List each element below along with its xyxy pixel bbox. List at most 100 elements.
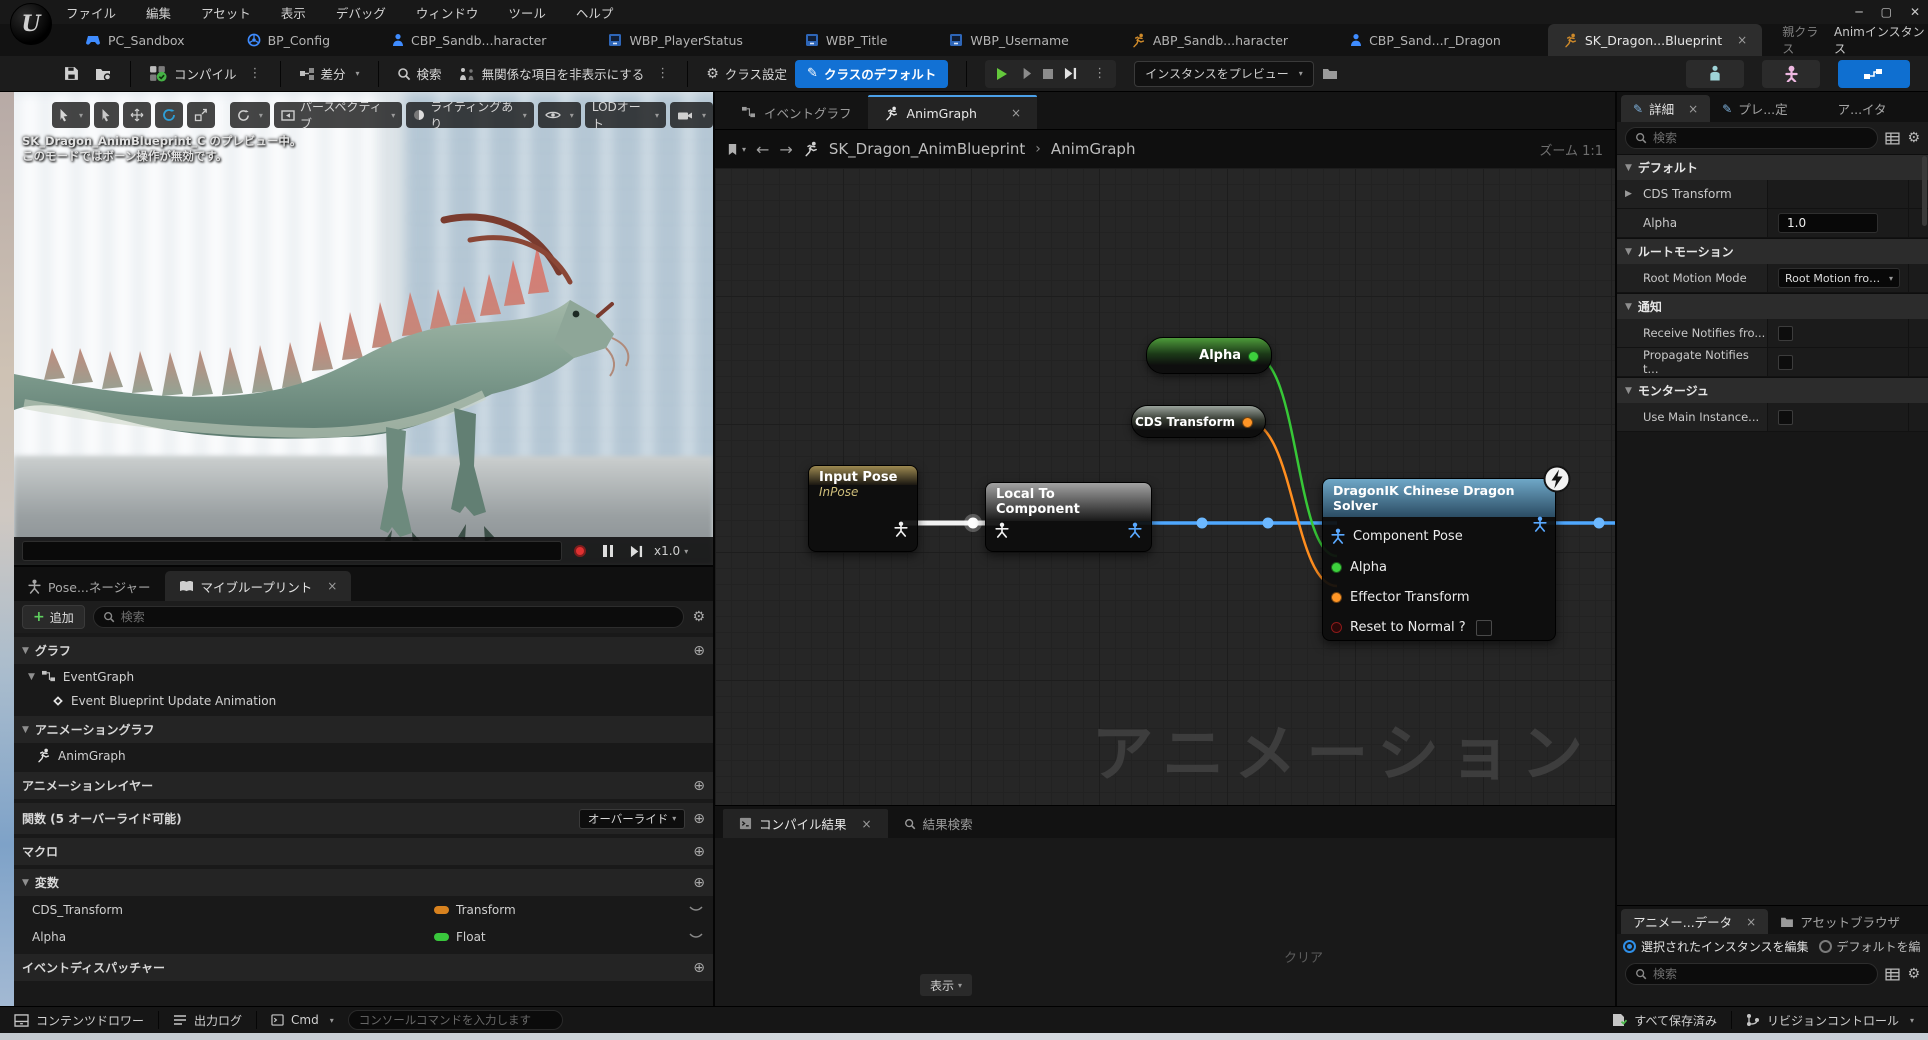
tab-asset-browser[interactable]: アセットブラウザ bbox=[1768, 909, 1912, 934]
component-pose-output-pin[interactable] bbox=[1128, 522, 1142, 538]
add-layer-icon[interactable]: ⊕ bbox=[693, 778, 705, 794]
eye-closed-icon[interactable] bbox=[689, 906, 703, 913]
snap-rotate-dropdown[interactable]: ▾ bbox=[230, 102, 270, 128]
perspective-dropdown[interactable]: パースペクティブ▾ bbox=[274, 102, 402, 128]
tab-compile-results[interactable]: コンパイル結果 × bbox=[723, 809, 888, 838]
show-filter-dropdown[interactable]: 表示▾ bbox=[920, 974, 972, 996]
root-motion-mode-dropdown[interactable]: Root Motion from M▾ bbox=[1778, 268, 1900, 288]
tab-cbp-sand-dragon[interactable]: CBP_Sand...r_Dragon bbox=[1335, 24, 1516, 56]
add-function-icon[interactable]: ⊕ bbox=[693, 811, 705, 827]
nav-back-icon[interactable]: ← bbox=[756, 140, 769, 159]
transform-output-pin[interactable] bbox=[1242, 417, 1253, 428]
details-search[interactable] bbox=[1625, 127, 1878, 149]
node-dragonik-solver[interactable]: DragonIK Chinese Dragon Solver Component… bbox=[1322, 478, 1556, 641]
search-input[interactable] bbox=[1653, 131, 1868, 145]
cmd-dropdown[interactable]: Cmd▾ bbox=[257, 1007, 348, 1033]
node-cds-transform-variable[interactable]: CDS Transform bbox=[1131, 405, 1266, 438]
row-root-motion-mode[interactable]: Root Motion Mode Root Motion from M▾ bbox=[1617, 264, 1928, 293]
section-animation-graphs[interactable]: ▼アニメーショングラフ bbox=[14, 716, 713, 743]
stop-icon[interactable] bbox=[1042, 68, 1054, 80]
add-variable-icon[interactable]: ⊕ bbox=[693, 875, 705, 891]
section-variables[interactable]: ▼変数⊕ bbox=[14, 869, 713, 896]
menu-view[interactable]: 表示 bbox=[281, 3, 306, 22]
effector-transform-input-pin[interactable] bbox=[1331, 592, 1342, 603]
row-receive-notifies[interactable]: Receive Notifies fro... bbox=[1617, 319, 1928, 348]
compile-options-icon[interactable]: ⋮ bbox=[249, 66, 262, 81]
clear-button[interactable]: クリア bbox=[1284, 947, 1323, 966]
component-pose-output-pin[interactable] bbox=[1533, 516, 1547, 532]
move-tool-button[interactable] bbox=[123, 102, 151, 128]
gear-icon[interactable]: ⚙ bbox=[1907, 966, 1920, 982]
node-local-to-component[interactable]: Local To Component bbox=[985, 482, 1152, 552]
menu-tools[interactable]: ツール bbox=[508, 3, 546, 22]
menu-debug[interactable]: デバッグ bbox=[336, 3, 386, 22]
anim-graph-canvas[interactable]: アニメーション Alpha CDS Transform bbox=[715, 168, 1615, 805]
pose-input-pin[interactable] bbox=[995, 522, 1009, 538]
section-animation-layers[interactable]: アニメーションレイヤー⊕ bbox=[14, 772, 713, 799]
add-graph-icon[interactable]: ⊕ bbox=[693, 643, 705, 659]
close-tab-icon[interactable]: × bbox=[1688, 102, 1698, 116]
nav-forward-icon[interactable]: → bbox=[779, 140, 792, 159]
propagate-notifies-checkbox[interactable] bbox=[1778, 355, 1793, 370]
tab-anim-graph-doc[interactable]: AnimGraph × bbox=[868, 95, 1038, 129]
tab-sk-dragon-blueprint[interactable]: SK_Dragon...Blueprint × bbox=[1548, 24, 1762, 56]
show-flags-dropdown[interactable]: ▾ bbox=[538, 102, 581, 128]
viewport-options-dropdown[interactable]: ▾ bbox=[52, 102, 90, 128]
reset-input-pin[interactable] bbox=[1331, 622, 1342, 633]
tab-details[interactable]: ✎ 詳細 × bbox=[1621, 95, 1710, 122]
find-button[interactable]: 検索 bbox=[389, 64, 450, 83]
tab-anim-preview-data[interactable]: アニメー...データ × bbox=[1621, 909, 1768, 934]
browse-asset-button[interactable] bbox=[87, 67, 120, 81]
alpha-value-field[interactable]: 1.0 bbox=[1778, 213, 1878, 233]
tab-find-results[interactable]: 結果検索 bbox=[888, 809, 989, 838]
tab-my-blueprint[interactable]: マイブループリント × bbox=[165, 571, 352, 601]
tab-wbp-playerstatus[interactable]: WBP_PlayerStatus bbox=[593, 24, 757, 56]
menu-asset[interactable]: アセット bbox=[201, 3, 251, 22]
add-macro-icon[interactable]: ⊕ bbox=[693, 844, 705, 860]
parent-class-link[interactable]: Animインスタンス bbox=[1834, 23, 1928, 58]
select-tool-button[interactable] bbox=[94, 102, 119, 128]
gear-icon[interactable]: ⚙ bbox=[692, 609, 705, 625]
search-input[interactable] bbox=[121, 610, 675, 624]
menu-edit[interactable]: 編集 bbox=[146, 3, 171, 22]
step-forward-button[interactable] bbox=[626, 541, 646, 561]
eye-closed-icon[interactable] bbox=[689, 933, 703, 940]
hide-unrelated-options-icon[interactable]: ⋮ bbox=[656, 66, 669, 81]
anim-graph-row[interactable]: AnimGraph bbox=[14, 743, 713, 768]
close-icon[interactable]: ✕ bbox=[1910, 5, 1920, 19]
diff-button[interactable]: 差分▾ bbox=[291, 64, 368, 83]
tab-event-graph-doc[interactable]: イベントグラフ bbox=[725, 95, 868, 129]
scale-tool-button[interactable] bbox=[187, 102, 215, 128]
anim-preview-search[interactable] bbox=[1625, 963, 1878, 985]
float-output-pin[interactable] bbox=[1248, 351, 1259, 362]
content-drawer-button[interactable]: コンテンツドロワー bbox=[0, 1007, 158, 1033]
playback-speed-dropdown[interactable]: x1.0▾ bbox=[654, 544, 688, 558]
menu-window[interactable]: ウィンドウ bbox=[416, 3, 479, 22]
section-root-motion[interactable]: ▼ルートモーション bbox=[1617, 238, 1928, 264]
revision-control-dropdown[interactable]: リビジョンコントロール▾ bbox=[1732, 1007, 1928, 1033]
bookmark-dropdown[interactable]: ▾ bbox=[727, 143, 746, 156]
row-use-main-instance[interactable]: Use Main Instance... bbox=[1617, 403, 1928, 432]
graph-mode-button[interactable] bbox=[1838, 60, 1910, 88]
class-defaults-button[interactable]: ✎ クラスのデフォルト bbox=[795, 60, 948, 88]
pose-output-pin[interactable] bbox=[894, 521, 908, 537]
console-command-input[interactable] bbox=[348, 1010, 563, 1030]
save-status-button[interactable]: すべて保存済み bbox=[1598, 1007, 1731, 1033]
debug-object-button[interactable] bbox=[1314, 67, 1346, 80]
reset-checkbox[interactable] bbox=[1476, 620, 1492, 636]
receive-notifies-checkbox[interactable] bbox=[1778, 326, 1793, 341]
row-alpha[interactable]: Alpha 1.0 bbox=[1617, 209, 1928, 238]
close-tab-icon[interactable]: × bbox=[327, 579, 337, 593]
my-blueprint-search[interactable] bbox=[93, 606, 685, 628]
record-button[interactable] bbox=[570, 541, 590, 561]
section-macros[interactable]: マクロ⊕ bbox=[14, 838, 713, 865]
minimize-icon[interactable]: ─ bbox=[1855, 5, 1862, 19]
property-matrix-icon[interactable] bbox=[1885, 968, 1900, 981]
screenshot-dropdown[interactable]: ▾ bbox=[670, 102, 713, 128]
row-propagate-notifies[interactable]: Propagate Notifies t... bbox=[1617, 348, 1928, 377]
section-defaults[interactable]: ▼デフォルト bbox=[1617, 154, 1928, 180]
breadcrumb-root[interactable]: SK_Dragon_AnimBlueprint bbox=[829, 140, 1025, 158]
section-graphs[interactable]: ▼グラフ⊕ bbox=[14, 637, 713, 664]
close-tab-icon[interactable]: × bbox=[1737, 33, 1747, 47]
alpha-input-pin[interactable] bbox=[1331, 562, 1342, 573]
